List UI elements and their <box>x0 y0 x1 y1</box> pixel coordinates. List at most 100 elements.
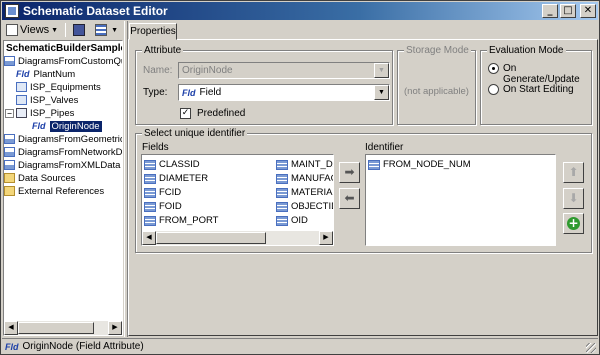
tree-node-label: ISP_Valves <box>30 94 79 106</box>
close-button[interactable]: ✕ <box>580 4 596 18</box>
title-bar[interactable]: Schematic Dataset Editor _ □ ✕ <box>2 2 598 20</box>
scrollbar-thumb[interactable] <box>156 232 266 244</box>
minimize-button[interactable]: _ <box>542 4 558 18</box>
tree-node-label: Data Sources <box>18 172 76 184</box>
layout-dropdown-button[interactable]: ▼ <box>92 22 121 38</box>
folder-icon <box>4 186 15 196</box>
list-item[interactable]: DIAMETER <box>144 172 208 185</box>
tree-node-external-references[interactable]: External References <box>4 185 104 197</box>
views-dropdown-button[interactable]: Views ▼ <box>3 22 61 38</box>
dataset-tree[interactable]: SchematicBuilderSamples DiagramsFromCust… <box>3 40 123 336</box>
resize-grip-icon[interactable] <box>586 343 596 353</box>
arrow-left-icon: ⬅ <box>344 191 355 205</box>
tree-node-geometric-network[interactable]: DiagramsFromGeometricNetwork <box>4 133 123 145</box>
name-value: OriginNode <box>182 65 233 76</box>
properties-page: Attribute Name: OriginNode ▼ Type: Fld F… <box>128 39 598 336</box>
collapse-icon[interactable]: − <box>5 108 14 118</box>
plus-icon: + <box>567 216 580 230</box>
save-button[interactable] <box>70 22 90 38</box>
add-field-button[interactable]: + <box>563 213 584 234</box>
chevron-down-icon: ▼ <box>111 26 119 34</box>
list-item[interactable]: MAINT_DA <box>276 158 333 171</box>
field-icon <box>144 187 156 198</box>
tree-node-label: DiagramsFromNetworkDataset <box>18 146 123 158</box>
list-item[interactable]: FOID <box>144 200 182 213</box>
field-icon <box>144 173 156 184</box>
add-identifier-button[interactable]: ➡ <box>339 162 360 183</box>
tree-node-network-dataset[interactable]: DiagramsFromNetworkDataset <box>4 146 123 158</box>
list-item[interactable]: FROM_PORT <box>144 214 218 227</box>
on-generate-update-label: On Generate/Update <box>503 63 580 85</box>
status-text: OriginNode (Field Attribute) <box>22 341 144 352</box>
chevron-down-icon[interactable]: ▼ <box>374 85 389 100</box>
storage-mode-label: Storage Mode <box>404 45 471 56</box>
maximize-button[interactable]: □ <box>560 4 576 18</box>
tree-node-data-sources[interactable]: Data Sources <box>4 172 76 184</box>
tree-horizontal-scrollbar[interactable]: ◀ ▶ <box>4 321 122 335</box>
arrow-up-icon: ⬆ <box>568 165 579 179</box>
fields-horizontal-scrollbar[interactable]: ◀ ▶ <box>142 231 333 245</box>
list-item[interactable]: OID <box>276 214 308 227</box>
type-combobox[interactable]: Fld Field ▼ <box>178 84 390 101</box>
identifier-listbox[interactable]: FROM_NODE_NUM <box>365 154 556 246</box>
diagram-template-icon <box>4 147 15 157</box>
views-label: Views <box>20 24 50 36</box>
tree-node-custom-queries[interactable]: DiagramsFromCustomQueries <box>4 55 122 67</box>
tree-node-xml-data[interactable]: DiagramsFromXMLData <box>4 159 120 171</box>
chevron-down-icon: ▼ <box>374 63 389 78</box>
field-icon <box>276 187 288 198</box>
tree-root[interactable]: SchematicBuilderSamples <box>6 42 123 54</box>
scrollbar-thumb[interactable] <box>18 322 94 334</box>
attribute-group: Attribute Name: OriginNode ▼ Type: Fld F… <box>135 45 393 125</box>
toolbar-separator <box>65 23 67 37</box>
scroll-left-icon[interactable]: ◀ <box>4 321 18 335</box>
field-attribute-icon: Fld <box>5 341 19 352</box>
tree-node-isp-equipments[interactable]: ISP_Equipments <box>16 81 101 93</box>
field-icon <box>144 215 156 226</box>
tree-node-isp-pipes[interactable]: − ISP_Pipes <box>5 107 74 119</box>
type-value: Field <box>199 87 222 98</box>
field-icon <box>368 159 380 170</box>
arrow-right-icon: ➡ <box>344 165 355 179</box>
tree-node-label: PlantNum <box>33 68 76 80</box>
list-item[interactable]: FCID <box>144 186 181 199</box>
evaluation-mode-group: Evaluation Mode On Generate/Update On St… <box>480 45 592 125</box>
evaluation-mode-label: Evaluation Mode <box>487 45 566 56</box>
list-item[interactable]: FROM_NODE_NUM <box>368 158 471 171</box>
unique-identifier-group: Select unique identifier Fields Identifi… <box>135 128 592 253</box>
fields-label: Fields <box>142 142 169 153</box>
remove-identifier-button[interactable]: ⬅ <box>339 188 360 209</box>
field-icon <box>144 201 156 212</box>
list-item[interactable]: OBJECTID <box>276 200 333 213</box>
scroll-right-icon[interactable]: ▶ <box>108 321 122 335</box>
field-icon <box>276 201 288 212</box>
list-item[interactable]: CLASSID <box>144 158 200 171</box>
list-item[interactable]: MATERIAL <box>276 186 333 199</box>
predefined-checkbox[interactable]: ✓ <box>180 108 191 119</box>
chevron-down-icon: ▼ <box>51 26 59 34</box>
on-start-editing-radio[interactable] <box>488 84 499 95</box>
scroll-right-icon[interactable]: ▶ <box>319 231 333 245</box>
folder-icon <box>4 173 15 183</box>
fields-listbox[interactable]: CLASSID DIAMETER FCID FOID FROM_PORT MAI… <box>141 154 334 246</box>
move-up-button[interactable]: ⬆ <box>563 162 584 183</box>
scroll-left-icon[interactable]: ◀ <box>142 231 156 245</box>
tree-node-isp-valves[interactable]: ISP_Valves <box>16 94 78 106</box>
app-icon <box>5 4 19 18</box>
tree-node-originnode[interactable]: Fld OriginNode <box>32 120 102 132</box>
tree-node-plantnum[interactable]: Fld PlantNum <box>16 68 75 80</box>
unique-identifier-label: Select unique identifier <box>142 128 248 139</box>
node-class-icon <box>16 95 27 105</box>
tree-node-label: DiagramsFromXMLData <box>18 159 121 171</box>
name-label: Name: <box>143 65 173 76</box>
tree-root-label: SchematicBuilderSamples <box>6 42 123 54</box>
move-down-button[interactable]: ⬇ <box>563 188 584 209</box>
list-item[interactable]: MANUFAC <box>276 172 333 185</box>
tab-properties[interactable]: Properties <box>129 23 177 40</box>
tree-node-label: DiagramsFromGeometricNetwork <box>18 133 123 145</box>
on-generate-update-radio[interactable] <box>488 63 499 74</box>
tree-node-label: DiagramsFromCustomQueries <box>18 55 122 67</box>
diagram-template-icon <box>4 160 15 170</box>
diagram-template-icon <box>4 56 15 66</box>
tree-node-label: OriginNode <box>49 120 102 132</box>
